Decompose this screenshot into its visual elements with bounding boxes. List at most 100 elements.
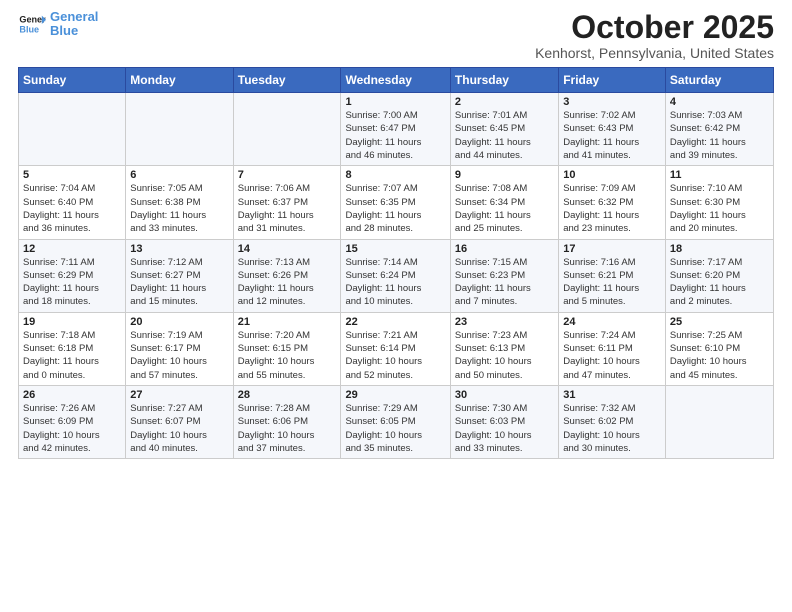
col-header-wednesday: Wednesday (341, 68, 450, 93)
week-row-2: 5Sunrise: 7:04 AMSunset: 6:40 PMDaylight… (19, 166, 774, 239)
col-header-monday: Monday (126, 68, 233, 93)
day-number: 2 (455, 96, 554, 108)
day-info: Sunrise: 7:18 AMSunset: 6:18 PMDaylight:… (23, 329, 121, 382)
day-number: 3 (563, 96, 661, 108)
day-number: 24 (563, 316, 661, 328)
day-info: Sunrise: 7:17 AMSunset: 6:20 PMDaylight:… (670, 256, 769, 309)
day-info: Sunrise: 7:23 AMSunset: 6:13 PMDaylight:… (455, 329, 554, 382)
day-cell (665, 385, 773, 458)
day-info: Sunrise: 7:10 AMSunset: 6:30 PMDaylight:… (670, 182, 769, 235)
day-number: 8 (345, 169, 445, 181)
month-title: October 2025 (535, 10, 774, 45)
day-number: 7 (238, 169, 337, 181)
day-info: Sunrise: 7:14 AMSunset: 6:24 PMDaylight:… (345, 256, 445, 309)
day-cell: 20Sunrise: 7:19 AMSunset: 6:17 PMDayligh… (126, 312, 233, 385)
week-row-3: 12Sunrise: 7:11 AMSunset: 6:29 PMDayligh… (19, 239, 774, 312)
day-cell: 16Sunrise: 7:15 AMSunset: 6:23 PMDayligh… (450, 239, 558, 312)
day-cell: 11Sunrise: 7:10 AMSunset: 6:30 PMDayligh… (665, 166, 773, 239)
day-number: 9 (455, 169, 554, 181)
day-number: 28 (238, 389, 337, 401)
day-info: Sunrise: 7:20 AMSunset: 6:15 PMDaylight:… (238, 329, 337, 382)
day-info: Sunrise: 7:05 AMSunset: 6:38 PMDaylight:… (130, 182, 228, 235)
day-number: 16 (455, 243, 554, 255)
svg-text:Blue: Blue (19, 25, 39, 35)
day-number: 17 (563, 243, 661, 255)
day-info: Sunrise: 7:19 AMSunset: 6:17 PMDaylight:… (130, 329, 228, 382)
day-cell: 7Sunrise: 7:06 AMSunset: 6:37 PMDaylight… (233, 166, 341, 239)
page: General Blue General Blue October 2025 K… (0, 0, 792, 612)
day-cell: 28Sunrise: 7:28 AMSunset: 6:06 PMDayligh… (233, 385, 341, 458)
day-cell: 29Sunrise: 7:29 AMSunset: 6:05 PMDayligh… (341, 385, 450, 458)
day-cell: 25Sunrise: 7:25 AMSunset: 6:10 PMDayligh… (665, 312, 773, 385)
day-info: Sunrise: 7:01 AMSunset: 6:45 PMDaylight:… (455, 109, 554, 162)
day-number: 4 (670, 96, 769, 108)
logo-line2: Blue (50, 23, 78, 38)
logo-line1: General (50, 9, 98, 24)
day-info: Sunrise: 7:02 AMSunset: 6:43 PMDaylight:… (563, 109, 661, 162)
location: Kenhorst, Pennsylvania, United States (535, 45, 774, 61)
day-number: 14 (238, 243, 337, 255)
day-cell (126, 93, 233, 166)
day-cell: 24Sunrise: 7:24 AMSunset: 6:11 PMDayligh… (559, 312, 666, 385)
day-cell: 27Sunrise: 7:27 AMSunset: 6:07 PMDayligh… (126, 385, 233, 458)
day-number: 13 (130, 243, 228, 255)
day-number: 30 (455, 389, 554, 401)
day-info: Sunrise: 7:04 AMSunset: 6:40 PMDaylight:… (23, 182, 121, 235)
day-info: Sunrise: 7:16 AMSunset: 6:21 PMDaylight:… (563, 256, 661, 309)
day-cell: 10Sunrise: 7:09 AMSunset: 6:32 PMDayligh… (559, 166, 666, 239)
day-number: 23 (455, 316, 554, 328)
calendar-table: SundayMondayTuesdayWednesdayThursdayFrid… (18, 67, 774, 459)
day-cell (233, 93, 341, 166)
day-info: Sunrise: 7:25 AMSunset: 6:10 PMDaylight:… (670, 329, 769, 382)
day-cell (19, 93, 126, 166)
day-cell: 26Sunrise: 7:26 AMSunset: 6:09 PMDayligh… (19, 385, 126, 458)
day-number: 18 (670, 243, 769, 255)
day-number: 25 (670, 316, 769, 328)
day-cell: 3Sunrise: 7:02 AMSunset: 6:43 PMDaylight… (559, 93, 666, 166)
day-cell: 17Sunrise: 7:16 AMSunset: 6:21 PMDayligh… (559, 239, 666, 312)
day-info: Sunrise: 7:21 AMSunset: 6:14 PMDaylight:… (345, 329, 445, 382)
day-number: 19 (23, 316, 121, 328)
day-number: 15 (345, 243, 445, 255)
day-number: 5 (23, 169, 121, 181)
day-cell: 30Sunrise: 7:30 AMSunset: 6:03 PMDayligh… (450, 385, 558, 458)
day-number: 29 (345, 389, 445, 401)
col-header-saturday: Saturday (665, 68, 773, 93)
day-info: Sunrise: 7:30 AMSunset: 6:03 PMDaylight:… (455, 402, 554, 455)
week-row-4: 19Sunrise: 7:18 AMSunset: 6:18 PMDayligh… (19, 312, 774, 385)
day-info: Sunrise: 7:11 AMSunset: 6:29 PMDaylight:… (23, 256, 121, 309)
day-number: 31 (563, 389, 661, 401)
day-cell: 6Sunrise: 7:05 AMSunset: 6:38 PMDaylight… (126, 166, 233, 239)
day-number: 20 (130, 316, 228, 328)
day-cell: 4Sunrise: 7:03 AMSunset: 6:42 PMDaylight… (665, 93, 773, 166)
day-number: 21 (238, 316, 337, 328)
header: General Blue General Blue October 2025 K… (18, 10, 774, 61)
logo-icon: General Blue (18, 10, 46, 38)
day-info: Sunrise: 7:29 AMSunset: 6:05 PMDaylight:… (345, 402, 445, 455)
day-info: Sunrise: 7:15 AMSunset: 6:23 PMDaylight:… (455, 256, 554, 309)
day-info: Sunrise: 7:07 AMSunset: 6:35 PMDaylight:… (345, 182, 445, 235)
day-cell: 1Sunrise: 7:00 AMSunset: 6:47 PMDaylight… (341, 93, 450, 166)
day-cell: 23Sunrise: 7:23 AMSunset: 6:13 PMDayligh… (450, 312, 558, 385)
day-info: Sunrise: 7:00 AMSunset: 6:47 PMDaylight:… (345, 109, 445, 162)
day-cell: 18Sunrise: 7:17 AMSunset: 6:20 PMDayligh… (665, 239, 773, 312)
day-number: 11 (670, 169, 769, 181)
day-info: Sunrise: 7:06 AMSunset: 6:37 PMDaylight:… (238, 182, 337, 235)
day-cell: 22Sunrise: 7:21 AMSunset: 6:14 PMDayligh… (341, 312, 450, 385)
day-info: Sunrise: 7:28 AMSunset: 6:06 PMDaylight:… (238, 402, 337, 455)
day-cell: 14Sunrise: 7:13 AMSunset: 6:26 PMDayligh… (233, 239, 341, 312)
day-cell: 19Sunrise: 7:18 AMSunset: 6:18 PMDayligh… (19, 312, 126, 385)
header-row: SundayMondayTuesdayWednesdayThursdayFrid… (19, 68, 774, 93)
col-header-thursday: Thursday (450, 68, 558, 93)
day-cell: 13Sunrise: 7:12 AMSunset: 6:27 PMDayligh… (126, 239, 233, 312)
day-cell: 31Sunrise: 7:32 AMSunset: 6:02 PMDayligh… (559, 385, 666, 458)
day-info: Sunrise: 7:26 AMSunset: 6:09 PMDaylight:… (23, 402, 121, 455)
logo-text: General Blue (50, 10, 98, 39)
day-number: 12 (23, 243, 121, 255)
day-info: Sunrise: 7:03 AMSunset: 6:42 PMDaylight:… (670, 109, 769, 162)
col-header-sunday: Sunday (19, 68, 126, 93)
day-number: 6 (130, 169, 228, 181)
day-info: Sunrise: 7:27 AMSunset: 6:07 PMDaylight:… (130, 402, 228, 455)
day-number: 26 (23, 389, 121, 401)
logo: General Blue General Blue (18, 10, 98, 39)
